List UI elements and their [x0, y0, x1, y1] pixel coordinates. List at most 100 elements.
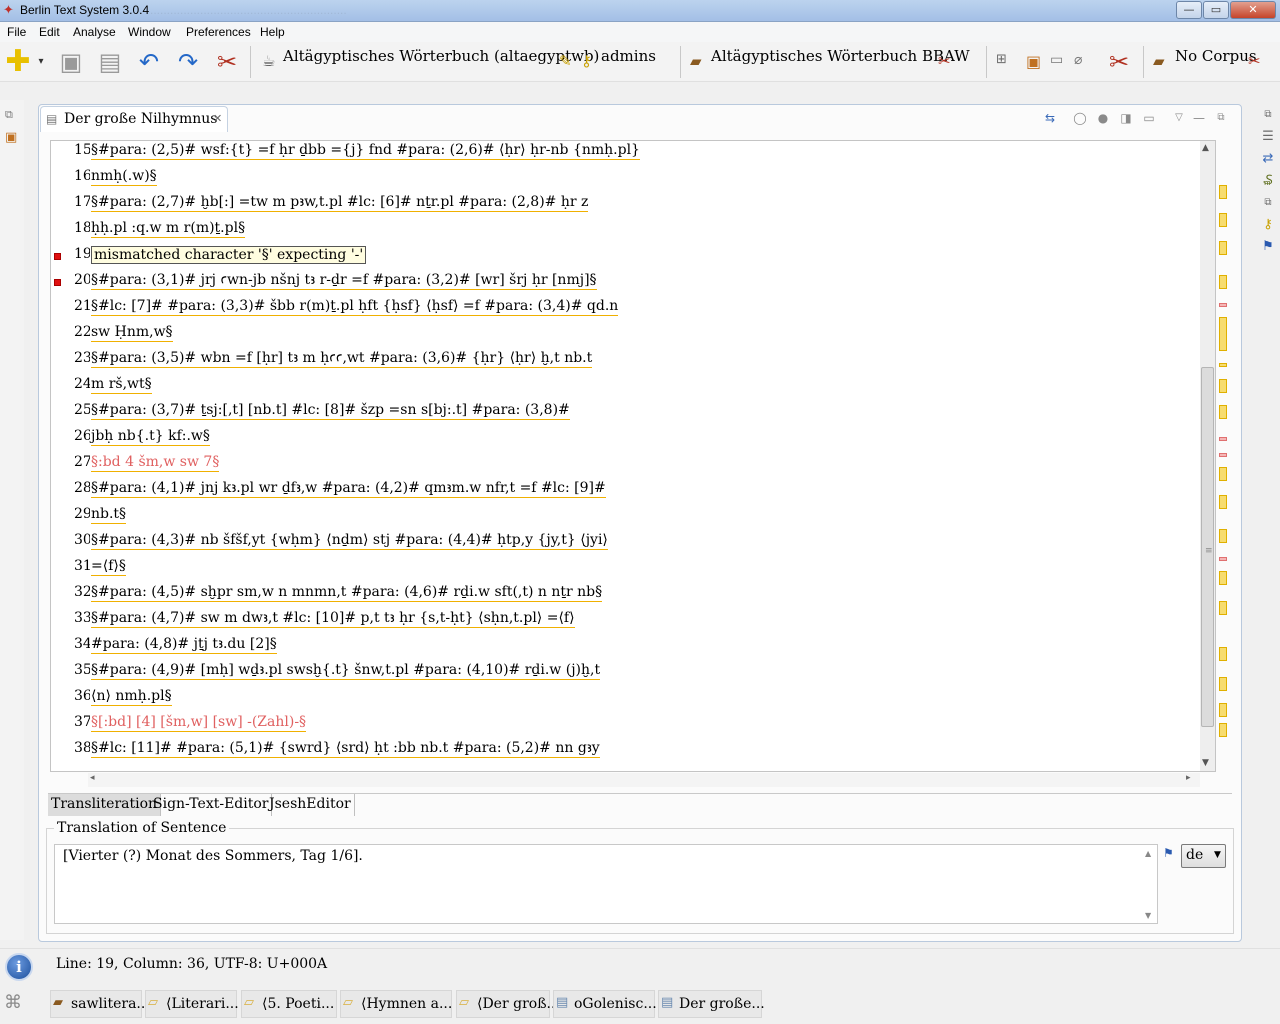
warning-mark[interactable]: [1219, 405, 1227, 419]
line-text[interactable]: §#para: (4,3)# nb šfšf,yt {wḥm} ⟨nḏm⟩ st…: [91, 532, 608, 550]
layout-icon[interactable]: ▭: [1140, 110, 1158, 126]
editor-line[interactable]: 36⟨n⟩ nmḥ.pl§: [51, 687, 1201, 713]
horizontal-scrollbar[interactable]: ◂ ▸: [88, 773, 1200, 787]
breadcrumb-item[interactable]: ▤ oGolenisc...: [553, 990, 657, 1018]
menu-file[interactable]: File: [7, 25, 26, 39]
line-text[interactable]: ⟨n⟩ nmḥ.pl§: [91, 688, 172, 706]
open-perspective-icon[interactable]: ⊞: [996, 52, 1007, 67]
editor-line[interactable]: 30§#para: (4,3)# nb šfšf,yt {wḥm} ⟨nḏm⟩ …: [51, 531, 1201, 557]
minimize-button[interactable]: —: [1176, 1, 1202, 19]
tab-sign-text-editor[interactable]: Sign-Text-Editor: [150, 794, 273, 816]
editor-line[interactable]: 32§#para: (4,5)# sḫpr sm,w n mnmn,t #par…: [51, 583, 1201, 609]
warning-mark[interactable]: [1219, 363, 1227, 367]
tools-icon[interactable]: ✂: [212, 47, 242, 77]
menu-edit[interactable]: Edit: [39, 25, 60, 39]
line-text[interactable]: §#para: (3,7)# ṯsj:[,t] [nb.t] #lc: [8]#…: [91, 402, 570, 420]
warning-mark[interactable]: [1219, 529, 1227, 543]
warning-mark[interactable]: [1219, 467, 1227, 481]
line-text[interactable]: §#lc: [7]# #para: (3,3)# šbb r(m)ṯ.pl ḥf…: [91, 298, 619, 316]
close-button[interactable]: ✕: [1230, 1, 1276, 19]
line-text[interactable]: §[:bd] [4] [šm,w] [sw] -(Zahl)-§: [91, 714, 307, 732]
line-text[interactable]: §#para: (4,9)# [mḥ] wḏꜣ.pl swsḫ{.t} šnw,…: [91, 662, 601, 680]
line-text[interactable]: §#para: (4,7)# sw m dwꜣ,t #lc: [10]# p,t…: [91, 610, 575, 628]
editor-line[interactable]: 15§#para: (2,5)# wsf:{t} =f ḥr ḏbb ={j} …: [51, 141, 1201, 167]
tab-transliteration[interactable]: Transliteration: [48, 794, 162, 816]
corpus-label[interactable]: No Corpus: [1175, 47, 1257, 65]
lemma-view-icon[interactable]: ₷: [1259, 172, 1277, 190]
menu-help[interactable]: Help: [260, 25, 285, 39]
line-text[interactable]: #para: (4,8)# jṯj tꜣ.du [2]§: [91, 636, 277, 654]
overview-ruler[interactable]: [1216, 141, 1230, 771]
line-text[interactable]: §#para: (3,1)# jrj ꜥwn-jb nšnj tꜣ r-ḏr =…: [91, 272, 597, 290]
menu-window[interactable]: Window: [128, 25, 171, 39]
warning-mark[interactable]: [1219, 647, 1227, 661]
line-text[interactable]: §:bd 4 šm,w sw 7§: [91, 454, 220, 472]
warning-mark[interactable]: [1219, 241, 1227, 255]
admin-tools-icon[interactable]: ✂: [1104, 47, 1134, 77]
editor-line[interactable]: 16nmḥ(.w)§: [51, 167, 1201, 193]
warning-mark[interactable]: [1219, 379, 1227, 393]
view-menu-icon[interactable]: ▽: [1170, 110, 1188, 126]
perspective-corpus-icon[interactable]: ▣: [1026, 52, 1041, 71]
line-text[interactable]: nmḥ(.w)§: [91, 168, 157, 186]
properties-view-icon[interactable]: ⇄: [1259, 150, 1277, 168]
corpus-settings-icon[interactable]: ✂: [1248, 52, 1261, 70]
editor-line[interactable]: 28§#para: (4,1)# jnj kꜣ.pl wr ḏfꜣ,w #par…: [51, 479, 1201, 505]
editor-line[interactable]: 38§#lc: [11]# #para: (5,1)# {swrd} ⟨srd⟩…: [51, 739, 1201, 765]
scroll-down-icon[interactable]: ▼: [1202, 758, 1209, 768]
editor-line[interactable]: 29nb.t§: [51, 505, 1201, 531]
line-text[interactable]: ḥḥ.pl :q.w m r(m)ṯ.pl§: [91, 220, 246, 238]
maximize-button[interactable]: ▭: [1203, 1, 1229, 19]
undo-icon[interactable]: ↶: [134, 47, 164, 77]
editor-line[interactable]: 18ḥḥ.pl :q.w m r(m)ṯ.pl§: [51, 219, 1201, 245]
editor-line[interactable]: 24m rš,wt§: [51, 375, 1201, 401]
project-label[interactable]: Altägyptisches Wörterbuch BBAW: [711, 47, 970, 65]
editor-line[interactable]: 22sw Ḥnm,w§: [51, 323, 1201, 349]
line-text[interactable]: §#para: (4,1)# jnj kꜣ.pl wr ḏfꜣ,w #para:…: [91, 480, 606, 498]
restore-icon[interactable]: ⧉: [1259, 106, 1277, 124]
editor-line[interactable]: 34#para: (4,8)# jṯj tꜣ.du [2]§: [51, 635, 1201, 661]
line-text[interactable]: §#para: (2,5)# wsf:{t} =f ḥr ḏbb ={j} fn…: [91, 142, 640, 160]
save-icon[interactable]: ▣: [56, 47, 86, 77]
edit-pencil-icon[interactable]: ✎: [559, 52, 572, 70]
warning-mark[interactable]: [1219, 185, 1227, 199]
editor-line[interactable]: 27§:bd 4 šm,w sw 7§: [51, 453, 1201, 479]
menu-preferences[interactable]: Preferences: [186, 25, 251, 39]
perspective-lemma-icon[interactable]: ⌀: [1074, 52, 1082, 68]
user-label[interactable]: admins: [601, 47, 656, 65]
warning-mark[interactable]: [1219, 723, 1227, 737]
warning-mark[interactable]: [1219, 601, 1227, 615]
split-icon[interactable]: ◨: [1117, 110, 1135, 126]
warning-mark[interactable]: [1219, 317, 1227, 351]
editor-line[interactable]: 23§#para: (3,5)# wbn =f [ḥr] tꜣ m ḥꜥꜥ,wt…: [51, 349, 1201, 375]
scroll-left-icon[interactable]: ◂: [90, 773, 95, 783]
editor-line[interactable]: 35§#para: (4,9)# [mḥ] wḏꜣ.pl swsḫ{.t} šn…: [51, 661, 1201, 687]
line-text[interactable]: §#lc: [11]# #para: (5,1)# {swrd} ⟨srd⟩ ḥ…: [91, 740, 600, 758]
outline-view-icon[interactable]: ☰: [1259, 128, 1277, 146]
editor-line[interactable]: 37§[:bd] [4] [šm,w] [sw] -(Zahl)-§: [51, 713, 1201, 739]
line-text[interactable]: sw Ḥnm,w§: [91, 324, 173, 342]
editor-tab[interactable]: ▤ Der große Nilhymnus ✕: [40, 106, 228, 132]
error-marker-icon[interactable]: [54, 279, 61, 286]
redo-icon[interactable]: ↷: [173, 47, 203, 77]
translation-textarea[interactable]: [Vierter (?) Monat des Sommers, Tag 1/6]…: [54, 844, 1158, 924]
corpus-view-icon[interactable]: ▣: [5, 130, 17, 145]
line-text[interactable]: §#para: (3,5)# wbn =f [ḥr] tꜣ m ḥꜥꜥ,wt #…: [91, 350, 593, 368]
error-mark[interactable]: [1219, 557, 1227, 561]
scroll-up-icon[interactable]: ▲: [1145, 849, 1151, 858]
close-tab-icon[interactable]: ✕: [213, 112, 222, 125]
warning-mark[interactable]: [1219, 677, 1227, 691]
editor-line[interactable]: 21§#lc: [7]# #para: (3,3)# šbb r(m)ṯ.pl …: [51, 297, 1201, 323]
breadcrumb-item[interactable]: ▱ ⟨Der groß...: [456, 990, 560, 1018]
error-marker-icon[interactable]: [54, 253, 61, 260]
warning-mark[interactable]: [1219, 703, 1227, 717]
error-mark[interactable]: [1219, 437, 1227, 441]
breadcrumb-item[interactable]: ▱ ⟨Hymnen a...: [340, 990, 452, 1018]
error-mark[interactable]: [1219, 303, 1227, 307]
warning-mark[interactable]: [1219, 275, 1227, 289]
line-text[interactable]: =⟨f⟩§: [91, 558, 126, 576]
breadcrumb-item[interactable]: ▱ ⟨Literari...: [145, 990, 239, 1018]
editor-line[interactable]: 20§#para: (3,1)# jrj ꜥwn-jb nšnj tꜣ r-ḏr…: [51, 271, 1201, 297]
editor-line[interactable]: 31=⟨f⟩§: [51, 557, 1201, 583]
breadcrumb-item[interactable]: ▤ Der große...: [658, 990, 765, 1018]
